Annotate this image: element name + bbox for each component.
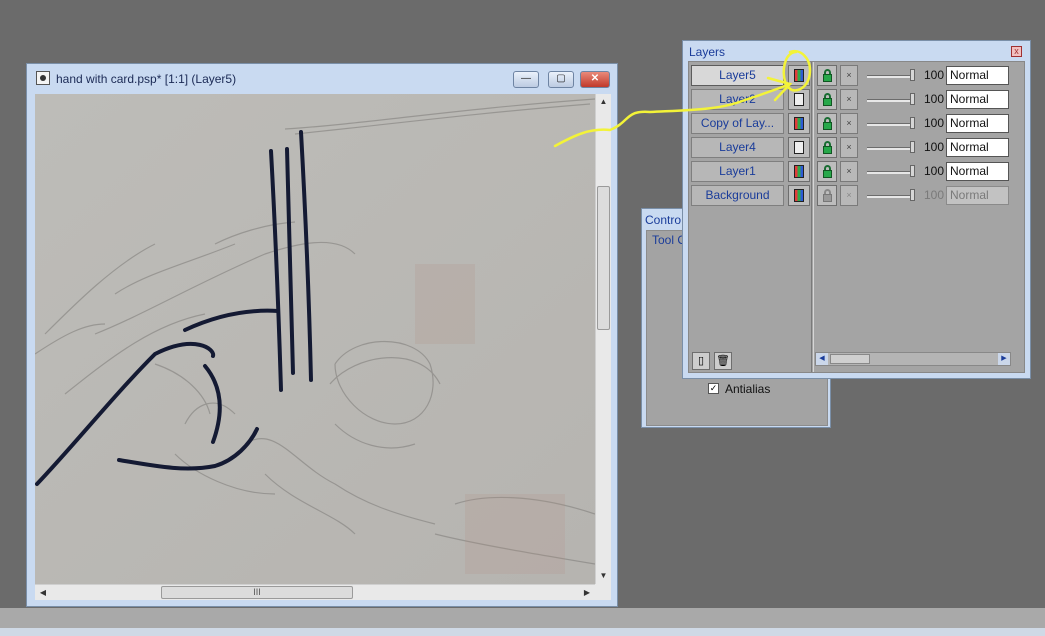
layer-name-button[interactable]: Background [691, 185, 784, 206]
opacity-slider-track[interactable] [867, 147, 913, 150]
opacity-slider-thumb[interactable] [910, 69, 915, 81]
opacity-slider-track[interactable] [867, 75, 913, 78]
layer-blend-mode[interactable]: Normal [946, 114, 1009, 133]
layer-type-icon [794, 117, 804, 130]
document-title-bar[interactable]: hand with card.psp* [1:1] (Layer5) — ▢ ✕ [27, 64, 617, 94]
layer-name-button[interactable]: Layer5 [691, 65, 784, 86]
layer-opacity-value: 100 [923, 116, 944, 130]
document-title: hand with card.psp* [1:1] (Layer5) [56, 72, 237, 86]
layers-panel-title: Layers [689, 45, 726, 59]
document-horizontal-scrollbar[interactable]: ◀ III ▶ [35, 584, 595, 600]
layer-lock-button[interactable] [817, 65, 837, 86]
vertical-scroll-thumb[interactable] [597, 186, 610, 330]
lock-icon-body [823, 74, 832, 82]
lock-icon-body [823, 170, 832, 178]
horizontal-scroll-thumb[interactable]: III [161, 586, 353, 599]
layer-name-button[interactable]: Layer1 [691, 161, 784, 182]
layer-name-button[interactable]: Layer2 [691, 89, 784, 110]
new-layer-button[interactable]: ▯ [692, 352, 710, 370]
layer-visibility-button[interactable] [788, 137, 810, 158]
layer-opacity-value: 100 [923, 92, 944, 106]
layer-blend-mode[interactable]: Normal [946, 90, 1009, 109]
layer-mask-button[interactable]: × [840, 65, 858, 86]
delete-layer-button[interactable]: 🗑 [714, 352, 732, 370]
layer-type-icon [794, 141, 804, 154]
layer-mask-button[interactable]: × [840, 185, 858, 206]
layer-opacity-value: 100 [923, 68, 944, 82]
resize-grip[interactable] [595, 584, 611, 600]
layer-mask-button[interactable]: × [840, 89, 858, 110]
layer-blend-mode[interactable]: Normal [946, 138, 1009, 157]
opacity-slider-track[interactable] [867, 99, 913, 102]
layers-list: ▯ 🗑 ◀ ▶ Layer5 × 100 Normal Layer2 × 100 Normal… [688, 61, 1025, 373]
scroll-right-arrow-icon[interactable]: ▶ [581, 587, 593, 599]
opacity-slider-track[interactable] [867, 195, 913, 198]
layer-name-button[interactable]: Copy of Lay... [691, 113, 784, 134]
layer-visibility-button[interactable] [788, 65, 810, 86]
layer-visibility-button[interactable] [788, 185, 810, 206]
close-button[interactable]: ✕ [580, 71, 610, 88]
layer-name-button[interactable]: Layer4 [691, 137, 784, 158]
canvas-drawing [35, 94, 595, 584]
layer-lock-button[interactable] [817, 161, 837, 182]
opacity-slider-thumb[interactable] [910, 93, 915, 105]
bottom-status-bar [0, 608, 1045, 636]
scroll-left-arrow-icon[interactable]: ◀ [37, 587, 49, 599]
document-window: hand with card.psp* [1:1] (Layer5) — ▢ ✕ [26, 63, 618, 607]
layer-lock-button[interactable] [817, 185, 837, 206]
opacity-slider-track[interactable] [867, 123, 913, 126]
lock-icon-body [823, 194, 832, 202]
lock-icon-body [823, 122, 832, 130]
layers-scroll-left-icon[interactable]: ◀ [816, 353, 828, 365]
opacity-slider-thumb[interactable] [910, 189, 915, 201]
document-vertical-scrollbar[interactable]: ▲ ▼ [595, 94, 611, 584]
antialias-label: Antialias [725, 382, 771, 396]
layer-lock-button[interactable] [817, 137, 837, 158]
document-app-icon[interactable] [36, 71, 50, 85]
layer-blend-mode[interactable]: Normal [946, 186, 1009, 205]
taskbar-strip [0, 628, 1045, 636]
layers-divider[interactable] [811, 62, 814, 372]
layers-scroll-thumb[interactable] [830, 354, 870, 364]
layer-mask-button[interactable]: × [840, 137, 858, 158]
scroll-down-arrow-icon[interactable]: ▼ [598, 570, 609, 582]
minimize-button[interactable]: — [513, 71, 539, 88]
layer-opacity-value: 100 [923, 188, 944, 202]
layer-type-icon [794, 189, 804, 202]
layer-type-icon [794, 165, 804, 178]
layer-visibility-button[interactable] [788, 89, 810, 110]
image-canvas[interactable] [35, 94, 595, 584]
layers-panel: Layers x ▯ 🗑 ◀ ▶ Layer5 × 100 Normal Layer2 ×… [682, 40, 1031, 379]
layer-lock-button[interactable] [817, 113, 837, 134]
layer-type-icon [794, 93, 804, 106]
opacity-slider-thumb[interactable] [910, 141, 915, 153]
layer-mask-button[interactable]: × [840, 161, 858, 182]
layer-opacity-value: 100 [923, 140, 944, 154]
layer-visibility-button[interactable] [788, 161, 810, 182]
layer-opacity-value: 100 [923, 164, 944, 178]
layer-lock-button[interactable] [817, 89, 837, 110]
layers-scroll-right-icon[interactable]: ▶ [998, 353, 1010, 365]
layer-type-icon [794, 69, 804, 82]
layers-close-button[interactable]: x [1011, 46, 1022, 57]
lock-icon-body [823, 146, 832, 154]
layer-visibility-button[interactable] [788, 113, 810, 134]
opacity-slider-track[interactable] [867, 171, 913, 174]
scroll-up-arrow-icon[interactable]: ▲ [598, 96, 609, 108]
antialias-checkbox[interactable]: ✓ [708, 383, 719, 394]
lock-icon-body [823, 98, 832, 106]
controls-panel-title: Contro [645, 213, 682, 227]
opacity-slider-thumb[interactable] [910, 165, 915, 177]
layer-blend-mode[interactable]: Normal [946, 66, 1009, 85]
opacity-slider-thumb[interactable] [910, 117, 915, 129]
layer-blend-mode[interactable]: Normal [946, 162, 1009, 181]
layers-horizontal-scrollbar[interactable]: ◀ ▶ [815, 352, 1011, 366]
layer-mask-button[interactable]: × [840, 113, 858, 134]
maximize-button[interactable]: ▢ [548, 71, 574, 88]
